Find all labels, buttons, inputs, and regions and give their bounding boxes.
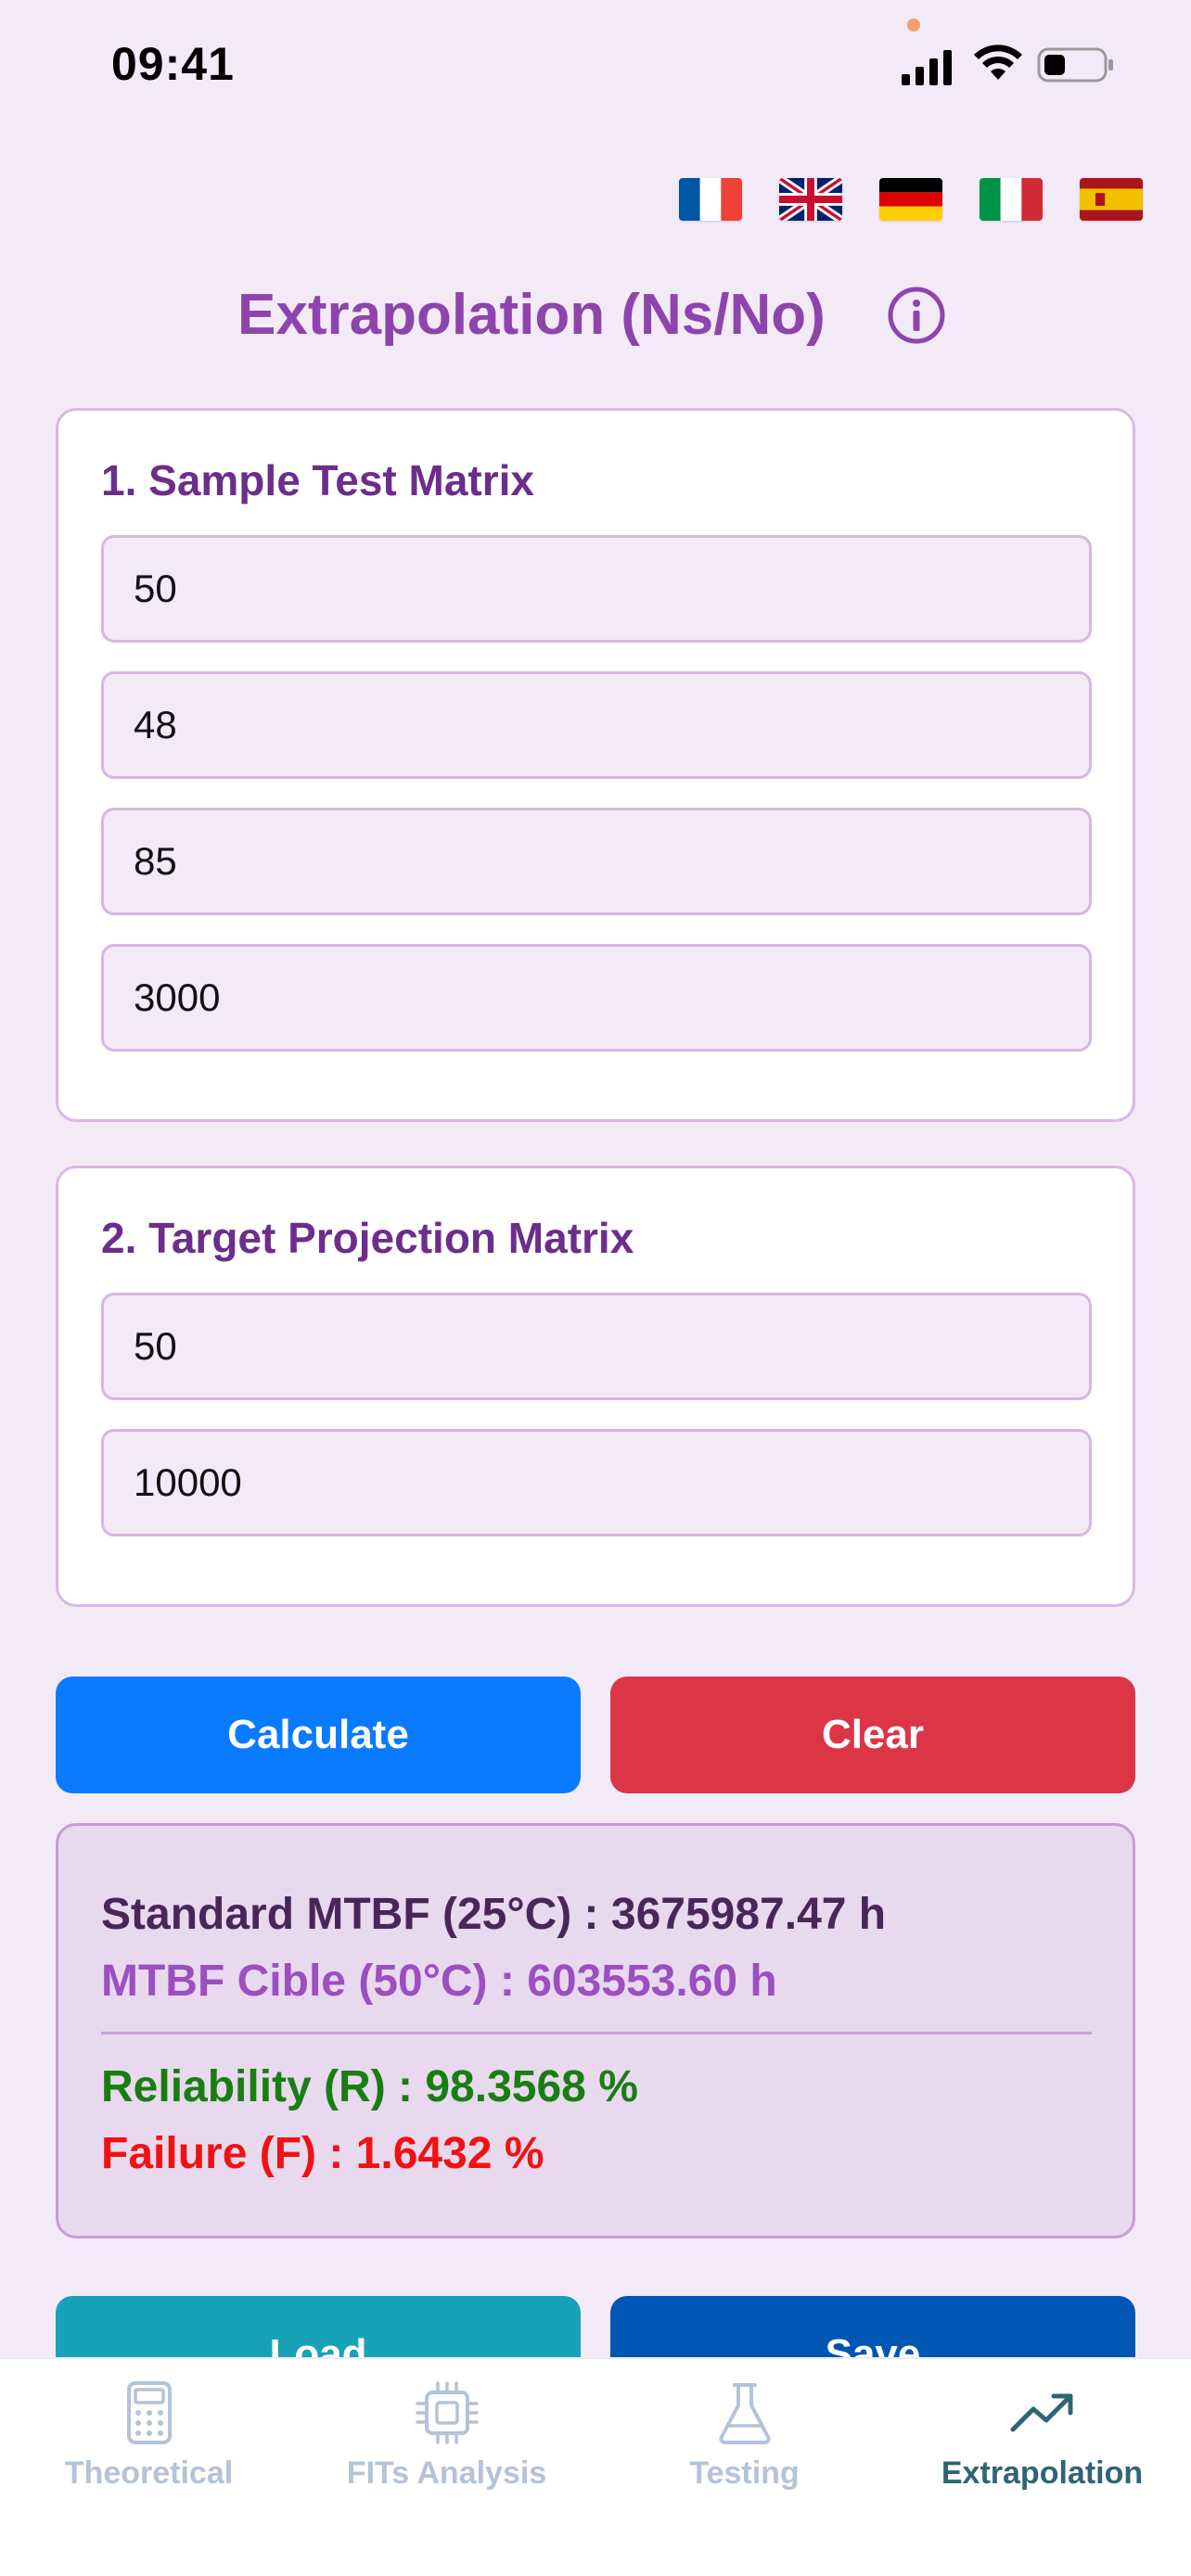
privacy-indicator-dot: [907, 19, 920, 32]
reliability-result: Reliability (R) : 98.3568 %: [101, 2062, 638, 2111]
cellular-signal-icon: [902, 50, 952, 85]
tab-testing-label: Testing: [689, 2455, 800, 2491]
status-time: 09:41: [111, 38, 235, 90]
sample-field-4[interactable]: [101, 944, 1092, 1052]
page-title: Extrapolation (Ns/No): [237, 283, 826, 347]
language-selector: [679, 178, 1143, 221]
target-field-1[interactable]: [101, 1293, 1092, 1400]
battery-icon: [1037, 47, 1113, 83]
results-divider: [101, 2032, 1092, 2034]
flask-icon: [718, 2383, 771, 2444]
header: Extrapolation (Ns/No): [0, 278, 1191, 352]
flag-italy-icon[interactable]: [980, 178, 1043, 221]
standard-mtbf-result: Standard MTBF (25°C) : 3675987.47 h: [101, 1890, 887, 1939]
calculate-button[interactable]: Calculate: [56, 1677, 581, 1793]
target-mtbf-result: MTBF Cible (50°C) : 603553.60 h: [101, 1957, 777, 2006]
sample-test-matrix-card: 1. Sample Test Matrix: [56, 408, 1135, 1122]
tab-theoretical[interactable]: Theoretical: [0, 2359, 298, 2576]
calculator-icon: [126, 2381, 172, 2444]
target-matrix-title: 2. Target Projection Matrix: [101, 1214, 634, 1262]
sample-matrix-title: 1. Sample Test Matrix: [101, 456, 534, 504]
results-panel: Standard MTBF (25°C) : 3675987.47 h MTBF…: [56, 1823, 1135, 2238]
chip-icon: [415, 2381, 479, 2444]
tab-extrapolation-label: Extrapolation: [941, 2455, 1144, 2491]
sample-field-2[interactable]: [101, 671, 1092, 779]
tab-theoretical-label: Theoretical: [64, 2455, 234, 2491]
sample-field-1[interactable]: [101, 535, 1092, 643]
info-icon[interactable]: [887, 286, 946, 345]
tab-testing[interactable]: Testing: [596, 2359, 893, 2576]
tab-extrapolation[interactable]: Extrapolation: [893, 2359, 1191, 2576]
flag-uk-icon[interactable]: [779, 178, 842, 221]
flag-germany-icon[interactable]: [879, 178, 942, 221]
failure-result: Failure (F) : 1.6432 %: [101, 2129, 544, 2178]
trend-up-icon: [1010, 2393, 1072, 2432]
sample-field-3[interactable]: [101, 808, 1092, 915]
tab-bar: Theoretical FITs Analysis Testing Extrap…: [0, 2357, 1191, 2576]
target-field-2[interactable]: [101, 1429, 1092, 1537]
target-projection-matrix-card: 2. Target Projection Matrix: [56, 1166, 1135, 1607]
tab-fits-analysis[interactable]: FITs Analysis: [298, 2359, 596, 2576]
tab-fits-analysis-label: FITs Analysis: [346, 2455, 547, 2491]
flag-france-icon[interactable]: [679, 178, 742, 221]
wifi-icon: [974, 45, 1022, 80]
clear-button[interactable]: Clear: [610, 1677, 1135, 1793]
flag-spain-icon[interactable]: [1080, 178, 1143, 221]
status-bar: 09:41: [0, 0, 1191, 130]
